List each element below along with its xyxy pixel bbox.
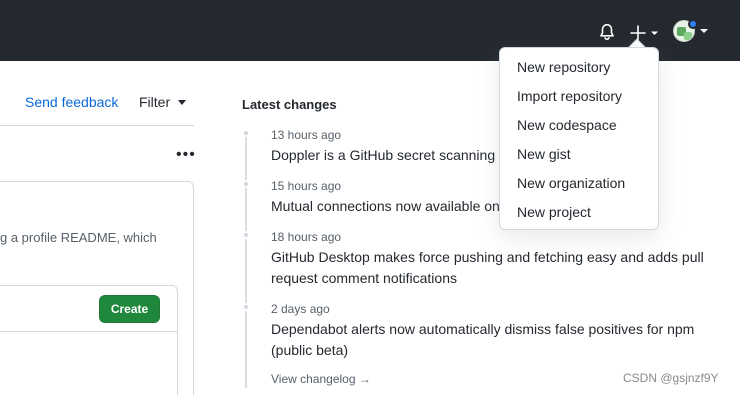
create-button[interactable]: Create: [99, 295, 160, 323]
menu-item-import-repository[interactable]: Import repository: [517, 88, 622, 104]
timeline-dot: [242, 180, 250, 188]
change-title-link[interactable]: Dependabot alerts now automatically dism…: [271, 319, 726, 361]
change-time: 18 hours ago: [271, 230, 342, 244]
menu-item-new-project[interactable]: New project: [517, 204, 591, 220]
kebab-horizontal-icon[interactable]: •••: [176, 147, 196, 164]
bell-icon[interactable]: [598, 23, 616, 41]
watermark: CSDN @gsjnzf9Y: [623, 371, 719, 385]
menu-item-new-gist[interactable]: New gist: [517, 146, 571, 162]
divider: [0, 125, 194, 126]
chevron-down-icon: [700, 29, 708, 33]
timeline-dot: [242, 129, 250, 137]
change-time: 13 hours ago: [271, 128, 342, 142]
menu-item-new-repository[interactable]: New repository: [517, 59, 610, 75]
card-description: g a profile README, which: [0, 230, 157, 245]
divider: [0, 331, 177, 332]
chevron-down-icon: [178, 100, 186, 105]
change-time: 15 hours ago: [271, 179, 342, 193]
menu-item-new-codespace[interactable]: New codespace: [517, 117, 617, 133]
change-title-link[interactable]: GitHub Desktop makes force pushing and f…: [271, 247, 726, 289]
latest-changes-title: Latest changes: [242, 97, 337, 112]
timeline-dot: [242, 231, 250, 239]
view-changelog-link[interactable]: View changelog →: [271, 372, 371, 386]
filter-button[interactable]: Filter: [139, 94, 170, 110]
timeline-line: [245, 130, 247, 388]
change-time: 2 days ago: [271, 302, 330, 316]
menu-item-new-organization[interactable]: New organization: [517, 175, 625, 191]
timeline-dot: [242, 303, 250, 311]
user-menu[interactable]: [673, 19, 709, 44]
send-feedback-link[interactable]: Send feedback: [25, 94, 118, 110]
notification-dot: [688, 19, 698, 29]
